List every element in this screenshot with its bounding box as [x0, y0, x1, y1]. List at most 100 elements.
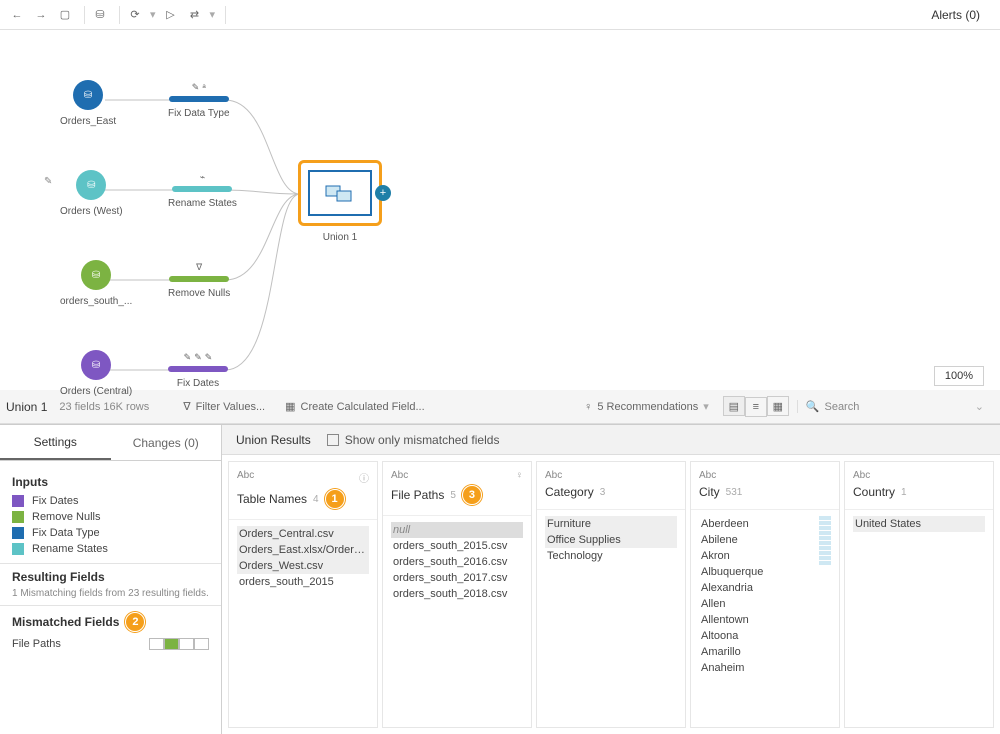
mismatch-indicator — [149, 638, 209, 650]
field-value[interactable]: Furniture — [545, 516, 677, 532]
field-name-label: Category — [545, 485, 594, 499]
field-value[interactable]: orders_south_2016.csv — [391, 554, 523, 570]
input-node-south[interactable]: ⛁ orders_south_... — [60, 260, 132, 307]
field-column[interactable]: Abc Country1 United States — [844, 461, 994, 728]
input-row[interactable]: Rename States — [12, 541, 209, 557]
field-value[interactable]: orders_south_2015 — [237, 574, 369, 590]
mismatched-fields-heading: Mismatched Fields 2 — [12, 612, 209, 632]
field-column[interactable]: Abc Category3 FurnitureOffice SuppliesTe… — [536, 461, 686, 728]
view-grid-button[interactable]: ▦ — [767, 396, 789, 416]
field-value[interactable]: Abilene — [699, 532, 819, 548]
field-column[interactable]: Abc♀ File Paths53 nullorders_south_2015.… — [382, 461, 532, 728]
field-value[interactable]: Allen — [699, 596, 819, 612]
node-label: orders_south_... — [60, 296, 132, 307]
view-list-button[interactable]: ≡ — [745, 397, 767, 417]
field-value[interactable]: Orders_East.xlsx/Orders_E... — [237, 542, 369, 558]
rename-icon: ✎ — [184, 352, 192, 363]
field-value[interactable]: Amarillo — [699, 644, 819, 660]
field-value[interactable]: orders_south_2018.csv — [391, 586, 523, 602]
union-label: Union 1 — [298, 232, 382, 243]
show-mismatched-label: Show only mismatched fields — [345, 433, 500, 447]
field-value[interactable]: Albuquerque — [699, 564, 819, 580]
input-node-central[interactable]: ⛁ Orders (Central) — [60, 350, 132, 397]
field-value[interactable]: Office Supplies — [545, 532, 677, 548]
union-node[interactable]: + Union 1 — [298, 160, 382, 243]
field-value[interactable]: orders_south_2017.csv — [391, 570, 523, 586]
field-value[interactable]: Aberdeen — [699, 516, 819, 532]
input-row[interactable]: Fix Data Type — [12, 525, 209, 541]
field-type-label: Abc — [237, 470, 254, 485]
view-profile-button[interactable]: ▤ — [723, 396, 745, 416]
back-icon[interactable]: ← — [8, 6, 26, 24]
field-value[interactable]: Technology — [545, 548, 677, 564]
field-value[interactable]: Orders_West.csv — [237, 558, 369, 574]
type-icon: ᵃ — [202, 82, 205, 93]
flow-options-menu-icon[interactable]: ▾ — [210, 8, 216, 21]
flow-canvas[interactable]: ⛁ Orders_East ✎ ⛁ Orders (West) ⛁ orders… — [0, 30, 1000, 390]
forward-icon[interactable]: → — [32, 6, 50, 24]
input-row[interactable]: Remove Nulls — [12, 509, 209, 525]
bulb-icon: ♀ — [584, 401, 592, 413]
step-remove-nulls[interactable]: ∇ Remove Nulls — [168, 262, 230, 299]
zoom-level[interactable]: 100% — [934, 366, 984, 386]
resulting-fields-sub: 1 Mismatching fields from 23 resulting f… — [12, 588, 209, 599]
bulb-icon[interactable]: ♀ — [516, 470, 524, 481]
input-row[interactable]: Fix Dates — [12, 493, 209, 509]
input-node-east[interactable]: ⛁ Orders_East — [60, 80, 116, 127]
data-icon[interactable]: ⛁ — [91, 6, 109, 24]
field-count: 1 — [901, 487, 907, 498]
chevron-down-icon: ▾ — [703, 400, 709, 413]
calc-label: Create Calculated Field... — [301, 401, 425, 413]
field-value[interactable]: Alexandria — [699, 580, 819, 596]
filter-icon: ∇ — [183, 400, 190, 413]
settings-panel: Settings Changes (0) Inputs Fix Dates Rem… — [0, 425, 222, 734]
save-icon[interactable]: ▢ — [56, 6, 74, 24]
input-node-west[interactable]: ✎ ⛁ Orders (West) — [60, 170, 123, 217]
tab-changes[interactable]: Changes (0) — [111, 425, 222, 460]
collapse-icon[interactable]: ⌄ — [965, 400, 994, 413]
recommendations-button[interactable]: ♀ 5 Recommendations ▾ — [578, 400, 715, 413]
field-count: 5 — [450, 490, 456, 501]
field-column[interactable]: Abc City531 AberdeenAbileneAkronAlbuquer… — [690, 461, 840, 728]
link-icon: ⌁ — [200, 172, 205, 183]
callout-3: 3 — [462, 485, 482, 505]
search-input[interactable]: 🔍 Search — [797, 400, 957, 413]
field-value[interactable]: null — [391, 522, 523, 538]
field-count: 3 — [600, 487, 606, 498]
field-name-label: Table Names — [237, 492, 307, 506]
checkbox-icon — [327, 434, 339, 446]
edit-icon: ✎ — [44, 176, 52, 187]
database-icon: ⛁ — [73, 80, 103, 110]
filter-values-button[interactable]: ∇ Filter Values... — [177, 400, 271, 413]
step-fix-dates[interactable]: ✎✎✎ Fix Dates — [168, 352, 228, 389]
step-fix-data-type[interactable]: ✎ᵃ Fix Data Type — [168, 82, 230, 119]
field-value[interactable]: Allentown — [699, 612, 819, 628]
run-icon[interactable]: ▷ — [162, 6, 180, 24]
add-step-icon[interactable]: + — [375, 185, 391, 201]
field-value[interactable]: orders_south_2015.csv — [391, 538, 523, 554]
field-count: 531 — [726, 487, 743, 498]
database-icon: ⛁ — [81, 260, 111, 290]
field-value[interactable]: Anaheim — [699, 660, 819, 676]
field-type-label: Abc — [391, 470, 408, 481]
alerts-label[interactable]: Alerts (0) — [931, 8, 992, 22]
inputs-heading: Inputs — [12, 475, 209, 489]
info-icon[interactable]: ⓘ — [359, 470, 369, 485]
database-icon: ⛁ — [76, 170, 106, 200]
input-label: Remove Nulls — [32, 511, 100, 523]
refresh-menu-icon[interactable]: ▾ — [150, 8, 156, 21]
step-rename-states[interactable]: ⌁ Rename States — [168, 172, 237, 209]
field-column[interactable]: Abcⓘ Table Names41 Orders_Central.csvOrd… — [228, 461, 378, 728]
show-mismatched-checkbox[interactable]: Show only mismatched fields — [327, 433, 500, 447]
node-label: Orders (Central) — [60, 386, 132, 397]
refresh-icon[interactable]: ⟳ — [126, 6, 144, 24]
flow-options-icon[interactable]: ⇄ — [186, 6, 204, 24]
tab-settings[interactable]: Settings — [0, 425, 111, 460]
field-value[interactable]: United States — [853, 516, 985, 532]
field-value[interactable]: Akron — [699, 548, 819, 564]
input-label: Rename States — [32, 543, 108, 555]
field-value[interactable]: Orders_Central.csv — [237, 526, 369, 542]
mismatch-field-name[interactable]: File Paths — [12, 638, 61, 650]
field-value[interactable]: Altoona — [699, 628, 819, 644]
create-calc-field-button[interactable]: ▦ Create Calculated Field... — [279, 400, 431, 413]
